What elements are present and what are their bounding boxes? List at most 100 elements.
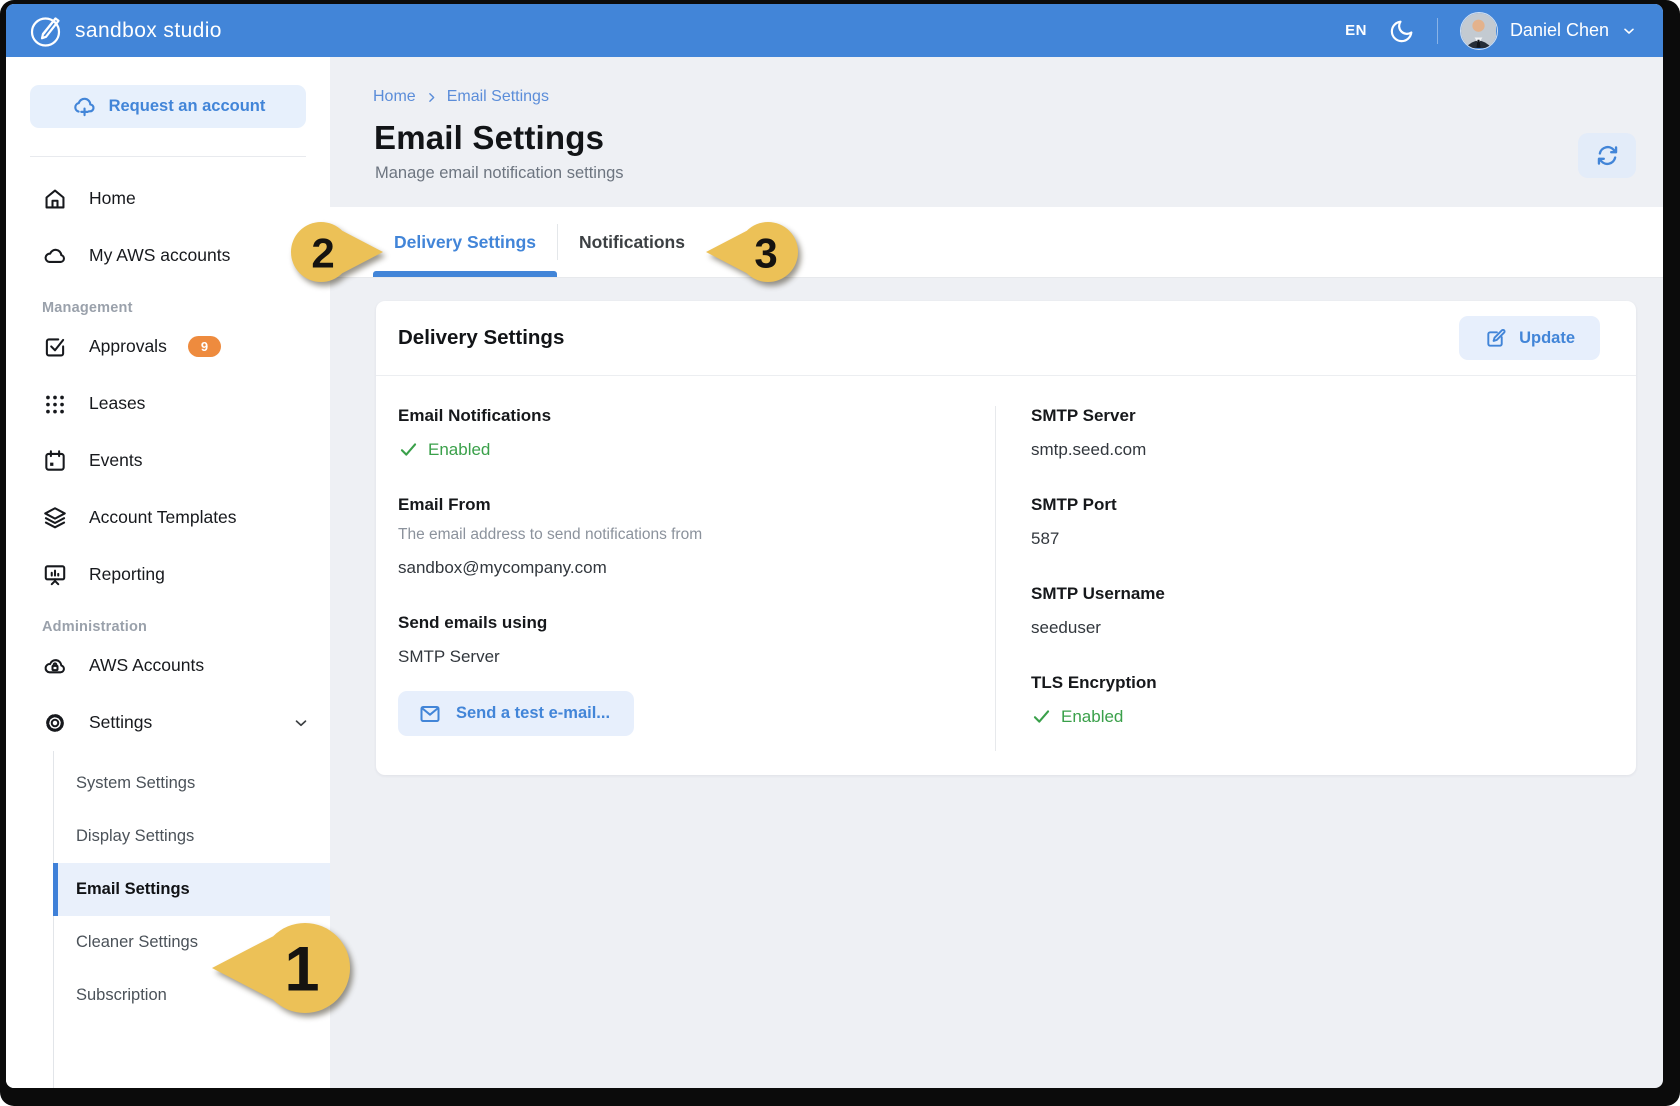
user-menu[interactable]: Daniel Chen (1460, 12, 1637, 50)
field-label: SMTP Port (1031, 495, 1612, 515)
submenu-item-label: Cleaner Settings (76, 933, 198, 952)
breadcrumb: Home Email Settings (330, 57, 1663, 106)
request-account-button[interactable]: Request an account (30, 85, 306, 128)
user-name: Daniel Chen (1510, 20, 1609, 41)
brand[interactable]: sandbox studio (28, 12, 222, 49)
window-frame: sandbox studio EN (0, 0, 1680, 1106)
sidebar-item-label: Account Templates (89, 507, 237, 528)
field-value: smtp.seed.com (1031, 440, 1612, 460)
cloud-lock-icon (42, 653, 68, 679)
pencil-circle-logo-icon (28, 12, 65, 49)
field-description: The email address to send notifications … (398, 526, 995, 544)
sidebar-item-reporting[interactable]: Reporting (6, 546, 330, 603)
cloud-icon (42, 243, 68, 269)
submenu-item-label: System Settings (76, 774, 195, 793)
check-icon (1031, 706, 1052, 727)
approvals-count-badge: 9 (188, 336, 221, 357)
home-icon (42, 186, 68, 212)
field-send-emails-using: Send emails using SMTP Server (398, 613, 995, 667)
check-icon (398, 439, 419, 460)
envelope-icon (418, 702, 442, 726)
refresh-icon (1594, 142, 1621, 169)
sidebar: Request an account Home (6, 57, 330, 1088)
presentation-icon (42, 562, 68, 588)
sidebar-item-approvals[interactable]: Approvals 9 (6, 318, 330, 375)
page-subtitle: Manage email notification settings (330, 157, 1663, 183)
sidebar-item-account-templates[interactable]: Account Templates (6, 489, 330, 546)
field-value-enabled: Enabled (428, 440, 490, 460)
section-label-management: Management (42, 300, 330, 316)
calendar-icon (42, 448, 68, 474)
sidebar-item-my-aws-accounts[interactable]: My AWS accounts (6, 227, 330, 284)
sidebar-item-label: Leases (89, 393, 145, 414)
sidebar-item-events[interactable]: Events (6, 432, 330, 489)
submenu-item-cleaner-settings[interactable]: Cleaner Settings (54, 916, 330, 969)
field-smtp-server: SMTP Server smtp.seed.com (1031, 406, 1612, 460)
sidebar-item-label: Home (89, 188, 136, 209)
tab-label: Delivery Settings (394, 232, 536, 253)
delivery-settings-card: Delivery Settings Update (376, 301, 1636, 775)
update-button-label: Update (1519, 329, 1575, 348)
refresh-button[interactable] (1578, 133, 1636, 178)
sidebar-item-label: AWS Accounts (89, 655, 204, 676)
sidebar-item-settings[interactable]: Settings (6, 694, 330, 751)
send-test-email-button[interactable]: Send a test e-mail... (398, 691, 634, 736)
sidebar-item-label: My AWS accounts (89, 245, 230, 266)
field-value: sandbox@mycompany.com (398, 558, 995, 578)
request-account-label: Request an account (109, 97, 266, 116)
avatar (1460, 12, 1498, 50)
header-divider (1437, 18, 1438, 44)
field-label: Send emails using (398, 613, 995, 633)
submenu-item-subscription[interactable]: Subscription (54, 969, 330, 1022)
tab-bar: Delivery Settings Notifications (330, 207, 1663, 278)
submenu-item-email-settings[interactable]: Email Settings (54, 863, 330, 916)
theme-toggle-button[interactable] (1389, 18, 1415, 44)
card-title: Delivery Settings (398, 326, 564, 350)
field-smtp-port: SMTP Port 587 (1031, 495, 1612, 549)
tab-delivery-settings[interactable]: Delivery Settings (373, 207, 557, 277)
chevron-down-icon (292, 714, 310, 732)
field-value-enabled: Enabled (1061, 707, 1123, 727)
main-content: Home Email Settings Email Settings Manag… (330, 57, 1663, 1088)
submenu-item-label: Display Settings (76, 827, 194, 846)
section-label-administration: Administration (42, 619, 330, 635)
send-test-email-label: Send a test e-mail... (456, 704, 610, 723)
breadcrumb-home-link[interactable]: Home (373, 88, 416, 106)
submenu-item-label: Subscription (76, 986, 167, 1005)
submenu-item-display-settings[interactable]: Display Settings (54, 810, 330, 863)
field-label: TLS Encryption (1031, 673, 1612, 693)
layers-icon (42, 505, 68, 531)
field-email-notifications: Email Notifications Enabled (398, 406, 995, 460)
submenu-item-label: Email Settings (76, 880, 190, 899)
app-window: sandbox studio EN (6, 4, 1663, 1088)
brand-name: sandbox studio (75, 19, 222, 43)
field-label: SMTP Username (1031, 584, 1612, 604)
tab-notifications[interactable]: Notifications (558, 207, 706, 277)
field-label: SMTP Server (1031, 406, 1612, 426)
sidebar-item-aws-accounts[interactable]: AWS Accounts (6, 637, 330, 694)
chevron-down-icon (1621, 23, 1637, 39)
sidebar-item-leases[interactable]: Leases (6, 375, 330, 432)
sidebar-item-label: Events (89, 450, 143, 471)
submenu-item-system-settings[interactable]: System Settings (54, 757, 330, 810)
grid-dots-icon (42, 391, 68, 417)
field-value: seeduser (1031, 618, 1612, 638)
field-tls-encryption: TLS Encryption Enabled (1031, 673, 1612, 727)
field-email-from: Email From The email address to send not… (398, 495, 995, 578)
sidebar-item-home[interactable]: Home (6, 170, 330, 227)
sidebar-item-label: Settings (89, 712, 152, 733)
update-button[interactable]: Update (1459, 316, 1600, 360)
field-label: Email Notifications (398, 406, 995, 426)
field-smtp-username: SMTP Username seeduser (1031, 584, 1612, 638)
card-header: Delivery Settings Update (376, 301, 1636, 376)
chevron-right-icon (425, 91, 438, 104)
field-value: SMTP Server (398, 647, 995, 667)
moon-icon (1389, 18, 1415, 44)
settings-submenu: System Settings Display Settings Email S… (53, 751, 330, 1088)
field-label: Email From (398, 495, 995, 515)
sidebar-item-label: Reporting (89, 564, 165, 585)
cloud-plus-icon (71, 94, 97, 120)
language-selector[interactable]: EN (1345, 22, 1367, 39)
tab-label: Notifications (579, 232, 685, 253)
breadcrumb-current-link[interactable]: Email Settings (447, 88, 549, 106)
